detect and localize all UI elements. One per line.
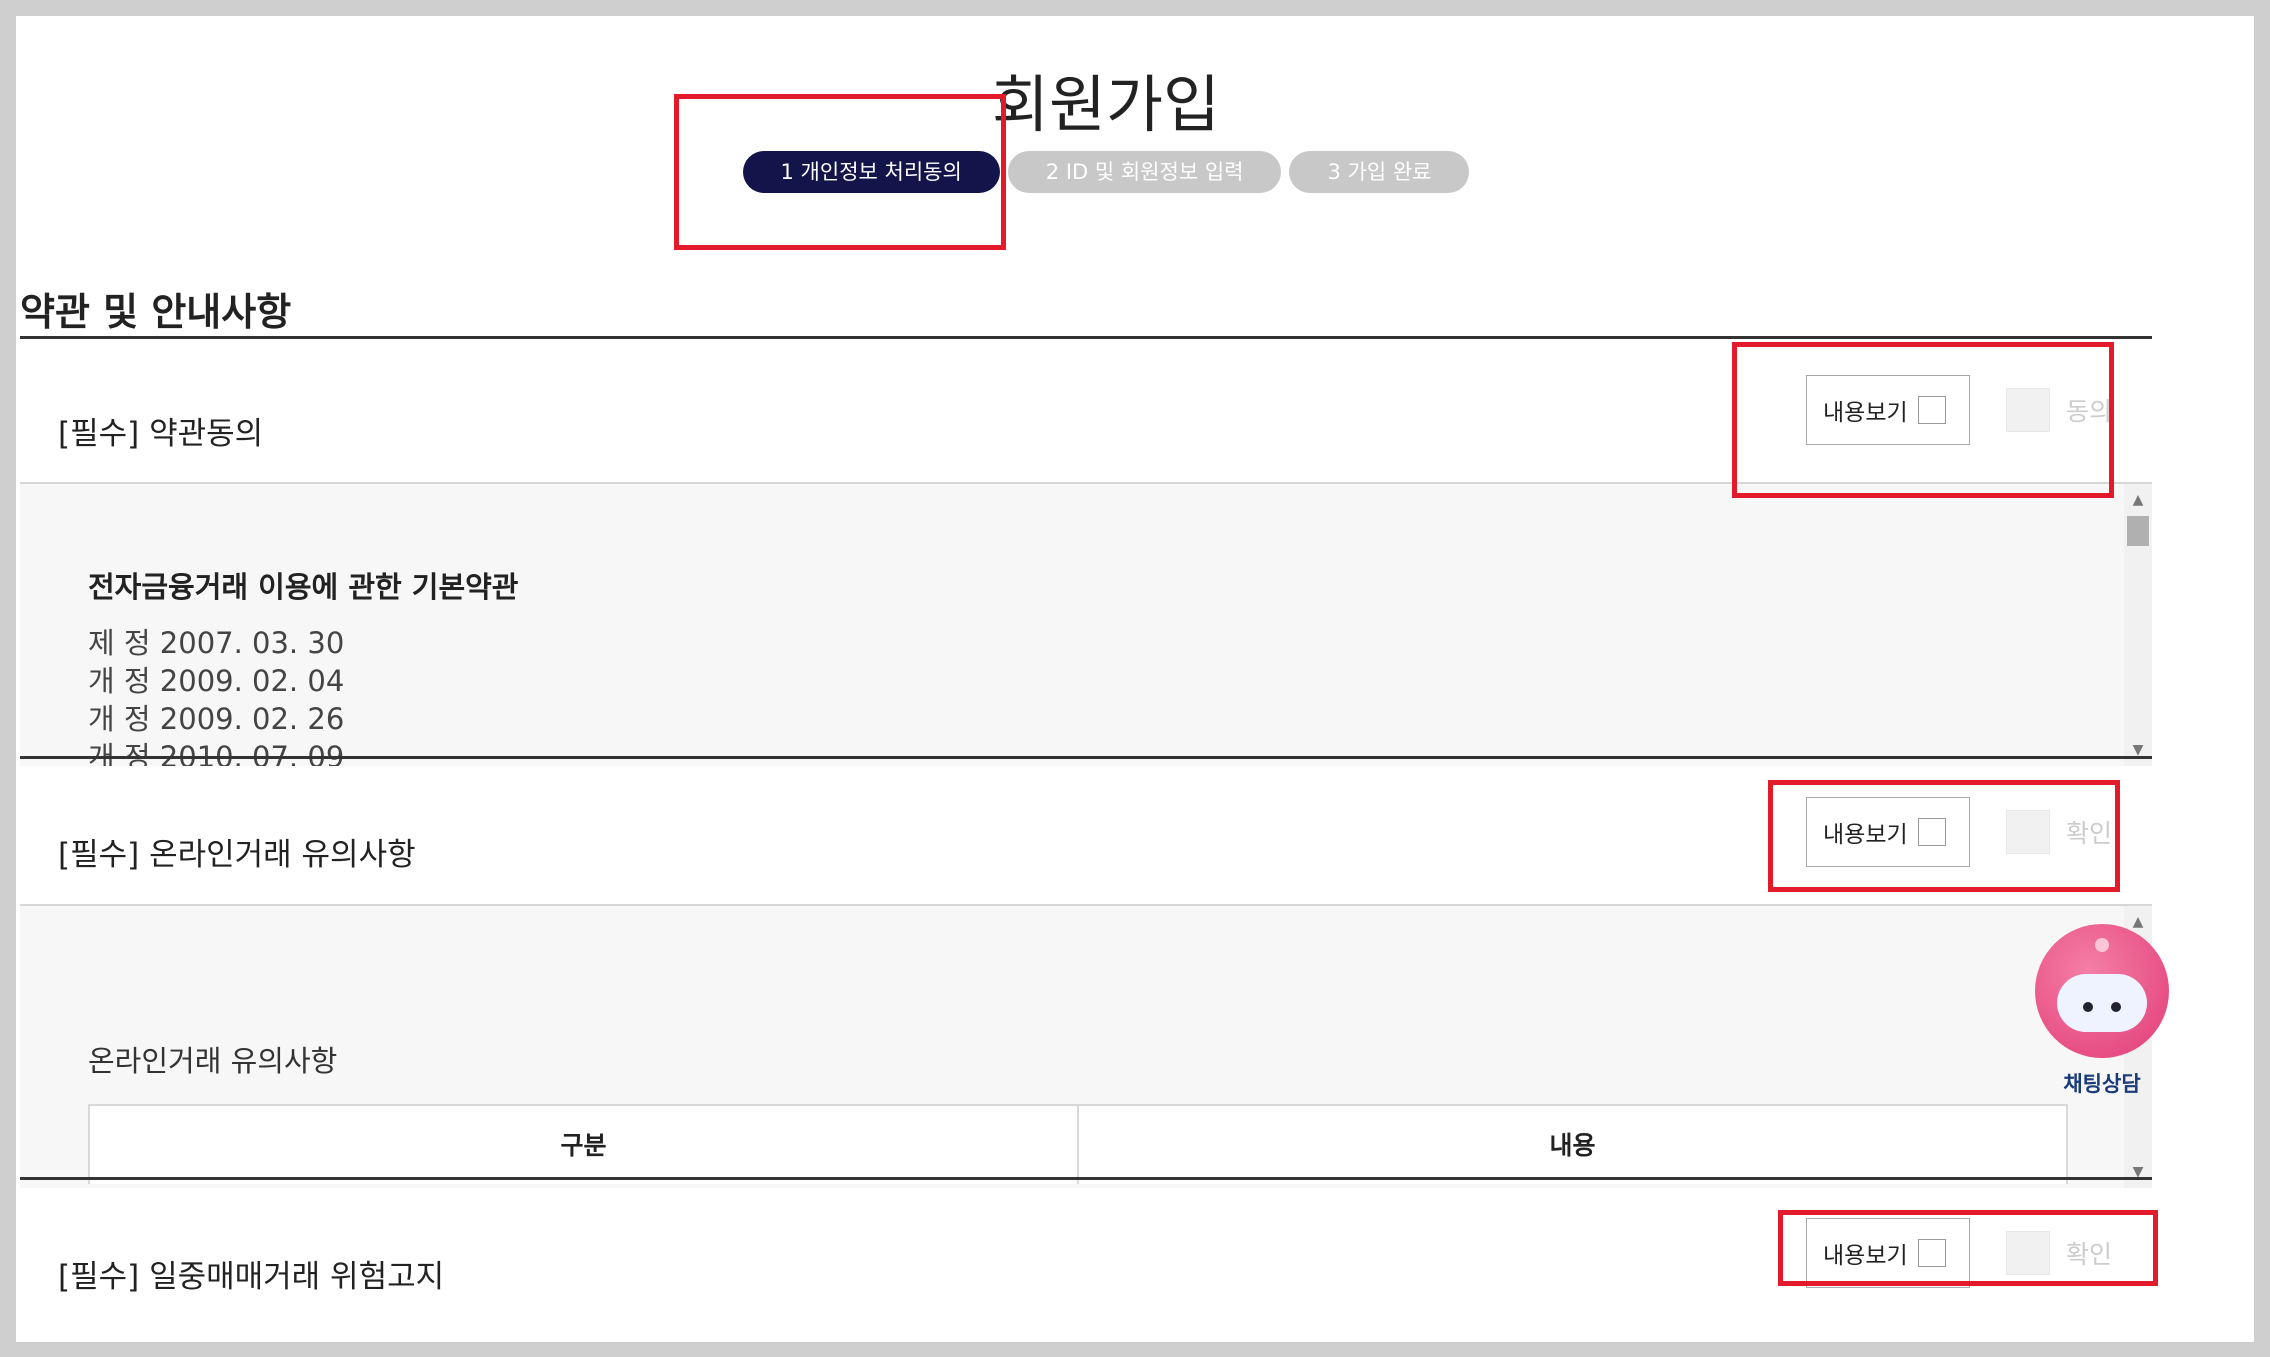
column-category: 구분 [560, 1131, 607, 1160]
highlight-box [1778, 1210, 2158, 1286]
terms-history-line: 개 정 2010. 07. 09 [88, 740, 345, 766]
section-divider [20, 1177, 2152, 1180]
chatbot-icon [2035, 924, 2169, 1058]
step-3: 3 가입 완료 [1289, 151, 1470, 193]
highlight-box [674, 94, 1006, 250]
section-divider [20, 336, 2152, 339]
signup-page: 회원가입 1 개인정보 처리동의 2 ID 및 회원정보 입력 3 가입 완료 … [16, 16, 2254, 1342]
step-2: 2 ID 및 회원정보 입력 [1007, 151, 1282, 193]
step-indicator: 1 개인정보 처리동의 2 ID 및 회원정보 입력 3 가입 완료 [16, 151, 2196, 193]
terms-agree-label: [필수] 약관동의 [58, 416, 264, 452]
column-content: 내용 [1077, 1106, 2066, 1184]
online-notice-panel[interactable]: 온라인거래 유의사항 구분 내용 ▲ ▼ [20, 906, 2152, 1188]
section-title: 약관 및 안내사항 [20, 290, 292, 334]
chat-consult-label: 채팅상담 [2063, 1072, 2141, 1096]
online-notice-label: [필수] 온라인거래 유의사항 [58, 837, 416, 873]
terms-history-line: 개 정 2009. 02. 04 [88, 664, 345, 698]
daytrade-risk-label: [필수] 일중매매거래 위험고지 [58, 1259, 445, 1295]
notice-table-header: 구분 내용 [88, 1104, 2068, 1184]
terms-history-line: 제 정 2007. 03. 30 [88, 626, 345, 660]
section-divider [20, 756, 2152, 759]
highlight-box [1732, 342, 2114, 498]
terms-content-panel[interactable]: 전자금융거래 이용에 관한 기본약관 제 정 2007. 03. 30 개 정 … [20, 484, 2152, 766]
page-title: 회원가입 [991, 68, 1221, 141]
scroll-up-icon[interactable]: ▲ [2124, 490, 2152, 510]
highlight-box [1768, 780, 2120, 892]
chat-consult-button[interactable]: 채팅상담 [2032, 924, 2172, 1098]
terms-history-line: 개 정 2009. 02. 26 [88, 702, 345, 736]
scroll-thumb[interactable] [2127, 516, 2149, 546]
terms-doc-title: 전자금융거래 이용에 관한 기본약관 [88, 570, 519, 604]
notice-title: 온라인거래 유의사항 [88, 1044, 338, 1078]
terms-scrollbar[interactable]: ▲ ▼ [2124, 484, 2152, 766]
